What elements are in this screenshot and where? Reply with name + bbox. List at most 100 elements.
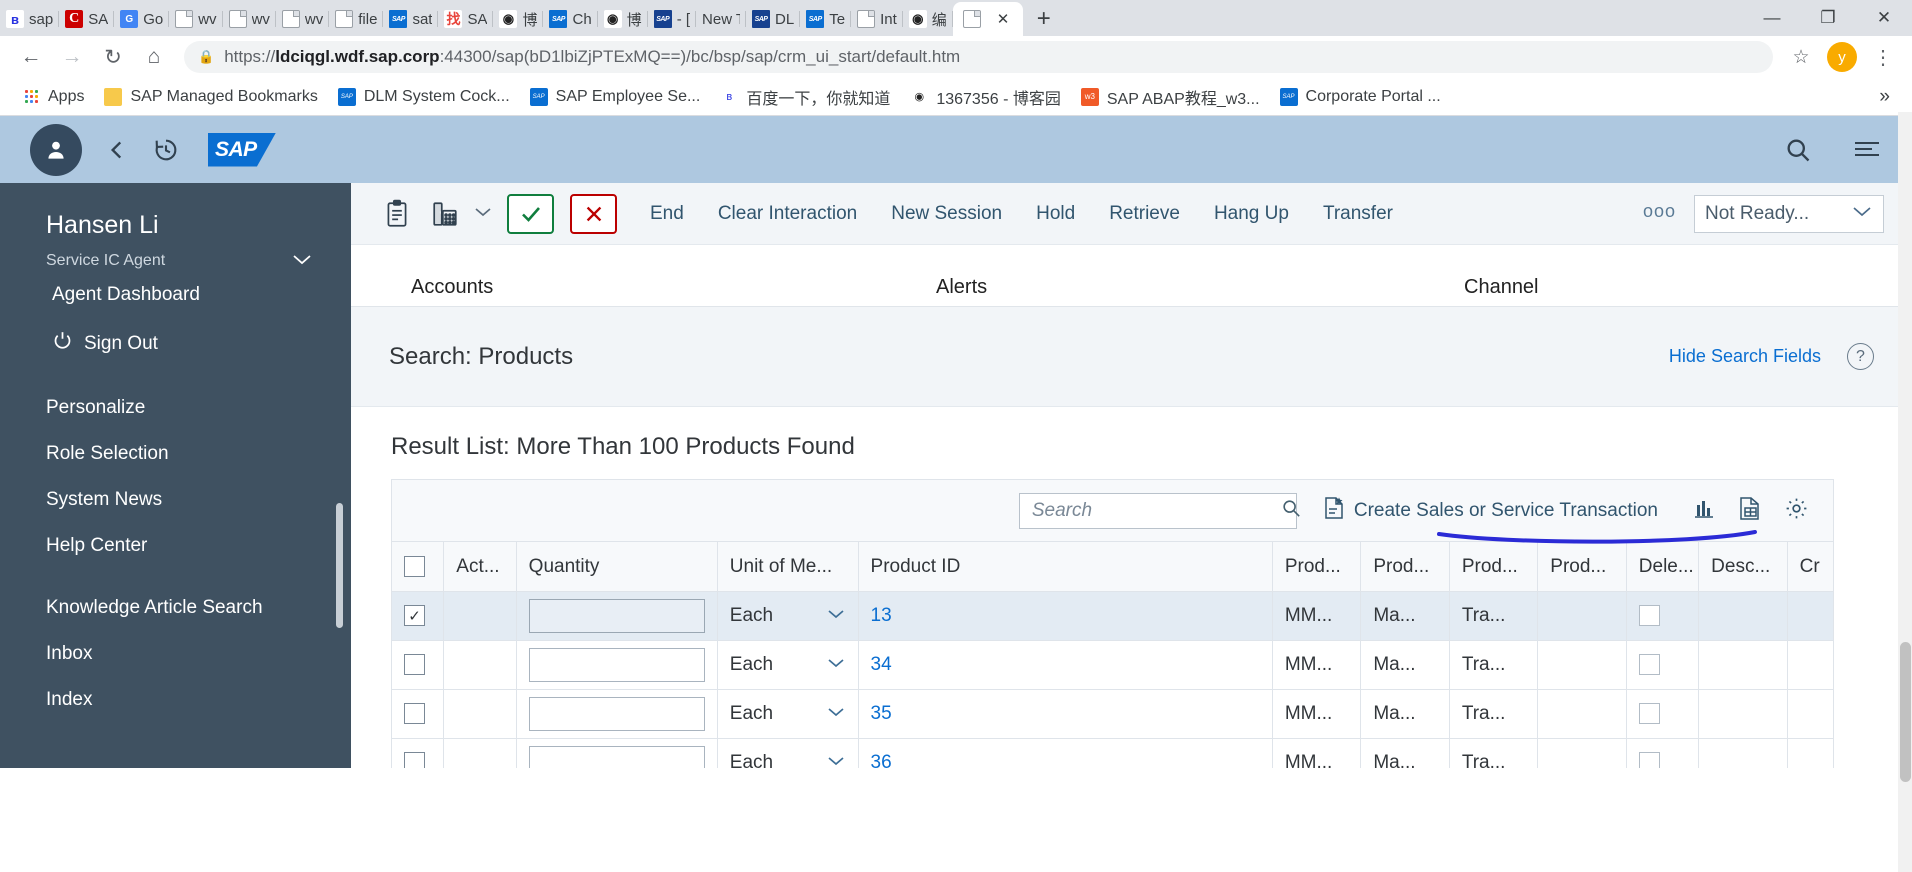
quantity-input[interactable] (528, 746, 705, 768)
reject-call-button[interactable] (570, 193, 617, 234)
create-transaction-button[interactable]: Create Sales or Service Transaction (1323, 496, 1658, 526)
chevron-down-icon[interactable] (826, 656, 846, 674)
quantity-input[interactable] (528, 697, 705, 731)
browser-tab[interactable]: SAP Ch (543, 2, 598, 36)
browser-tab[interactable]: SAP - [ (648, 2, 697, 36)
new-tab-button[interactable]: + (1027, 2, 1061, 36)
browser-tab[interactable]: wv (276, 2, 330, 36)
browser-tab[interactable]: SAP Te (800, 2, 851, 36)
delete-checkbox[interactable] (1638, 654, 1660, 676)
table-header-action[interactable]: Act... (443, 541, 517, 592)
table-cell-uom[interactable]: Each (716, 738, 859, 768)
table-row[interactable]: Each 35 MM... Ma... Tra... (390, 689, 1835, 739)
table-row[interactable]: Each 36 MM... Ma... Tra... (390, 738, 1835, 768)
forward-icon[interactable]: → (53, 38, 91, 76)
list-menu-icon[interactable] (1852, 137, 1882, 163)
browser-tab[interactable]: wv (169, 2, 223, 36)
toolbar-link-end[interactable]: End (633, 203, 701, 225)
delete-checkbox[interactable] (1638, 605, 1660, 627)
sidebar-item-inbox[interactable]: Inbox (0, 631, 351, 677)
table-header-product_id[interactable]: Product ID (857, 541, 1273, 592)
sidebar-item-index[interactable]: Index (0, 677, 351, 723)
sidebar-role-row[interactable]: Service IC Agent (0, 240, 351, 272)
sidebar-item-knowledge-article-search[interactable]: Knowledge Article Search (0, 585, 351, 631)
table-header-prod3[interactable]: Prod... (1448, 541, 1539, 592)
table-cell-check[interactable] (390, 738, 445, 768)
table-header-desc[interactable]: Desc... (1698, 541, 1788, 592)
row-select-checkbox[interactable] (404, 654, 425, 676)
bookmark-item[interactable]: ◉ 1367356 - 博客园 (900, 81, 1071, 113)
bookmark-star-icon[interactable]: ☆ (1784, 40, 1818, 74)
table-cell-delete[interactable] (1625, 689, 1700, 739)
chevron-down-icon[interactable] (469, 205, 507, 223)
toolbar-link-retrieve[interactable]: Retrieve (1092, 203, 1197, 225)
browser-tab[interactable]: file (329, 2, 384, 36)
browser-tab-active[interactable]: ✕ (952, 2, 1023, 36)
table-cell-delete[interactable] (1625, 738, 1700, 768)
bookmark-item[interactable]: в 百度一下，你就知道 (710, 81, 900, 113)
browser-tab[interactable]: wv (223, 2, 276, 36)
row-select-checkbox[interactable] (404, 703, 425, 725)
page-scrollbar-thumb[interactable] (1900, 642, 1911, 782)
address-bar[interactable]: 🔒 https://ldciqgl.wdf.sap.corp:44300/sap… (184, 41, 1773, 73)
gear-settings-icon[interactable] (1784, 496, 1809, 526)
export-spreadsheet-icon[interactable] (1738, 496, 1762, 526)
sidebar-item-personalize[interactable]: Personalize (0, 385, 351, 431)
search-icon[interactable] (1281, 498, 1301, 523)
row-select-checkbox[interactable]: ✓ (404, 605, 425, 627)
delete-checkbox[interactable] (1638, 752, 1660, 768)
table-header-check[interactable] (390, 541, 445, 592)
maximize-button[interactable]: ❐ (1800, 0, 1856, 36)
table-row[interactable]: Each 34 MM... Ma... Tra... (390, 640, 1835, 690)
delete-checkbox[interactable] (1638, 703, 1660, 725)
chevron-left-icon[interactable] (104, 137, 130, 163)
browser-tab[interactable]: C SA (59, 2, 115, 36)
table-cell-delete[interactable] (1625, 591, 1700, 641)
help-question-icon[interactable]: ? (1847, 343, 1874, 370)
chevron-down-icon[interactable] (826, 705, 846, 723)
browser-tab[interactable]: ◉ 博 (493, 2, 544, 36)
bookmark-item[interactable]: Apps (12, 84, 94, 110)
table-cell-quantity[interactable] (515, 738, 718, 768)
chevron-down-icon[interactable] (826, 607, 846, 625)
table-header-delete[interactable]: Dele... (1625, 541, 1700, 592)
minimize-button[interactable]: — (1744, 0, 1800, 36)
browser-tab[interactable]: 找 SA (438, 2, 494, 36)
toolbar-link-clear-interaction[interactable]: Clear Interaction (701, 203, 874, 225)
home-icon[interactable]: ⌂ (135, 38, 173, 76)
browser-tab[interactable]: New T (696, 2, 747, 36)
table-header-uom[interactable]: Unit of Me... (716, 541, 859, 592)
product-id-link[interactable]: 36 (871, 752, 892, 768)
table-row[interactable]: ✓ Each 13 MM... Ma... Tra... (390, 591, 1835, 641)
toolbar-link-hold[interactable]: Hold (1019, 203, 1092, 225)
chart-icon[interactable] (1692, 496, 1716, 525)
table-cell-quantity[interactable] (515, 591, 718, 641)
product-id-link[interactable]: 13 (871, 605, 892, 626)
chevron-down-icon[interactable] (826, 754, 846, 768)
kebab-menu-icon[interactable]: ⋮ (1866, 38, 1900, 76)
browser-tab[interactable]: ◉ 编 (903, 2, 953, 36)
work-center-tab-alerts[interactable]: Alerts (936, 276, 987, 299)
page-scrollbar[interactable] (1898, 112, 1912, 872)
toolbar-link-hang-up[interactable]: Hang Up (1197, 203, 1306, 225)
quantity-input[interactable] (528, 599, 705, 633)
telephone-icon[interactable] (421, 190, 469, 238)
sidebar-item-sign-out[interactable]: Sign Out (0, 318, 351, 369)
product-id-link[interactable]: 34 (871, 654, 892, 675)
work-center-tab-accounts[interactable]: Accounts (411, 276, 493, 299)
chevron-down-icon[interactable] (291, 250, 327, 272)
close-window-button[interactable]: ✕ (1856, 0, 1912, 36)
avatar[interactable]: y (1827, 42, 1857, 72)
table-cell-quantity[interactable] (515, 640, 718, 690)
browser-tab[interactable]: G Go (114, 2, 170, 36)
back-icon[interactable]: ← (12, 38, 50, 76)
table-cell-check[interactable] (390, 640, 445, 690)
bookmark-item[interactable]: SAP SAP Employee Se... (520, 84, 711, 110)
table-header-prod2[interactable]: Prod... (1360, 541, 1450, 592)
quantity-input[interactable] (528, 648, 705, 682)
browser-tab[interactable]: SAP sat (383, 2, 439, 36)
bookmarks-overflow-button[interactable]: » (1869, 86, 1900, 108)
bookmark-item[interactable]: SAP DLM System Cock... (328, 84, 520, 110)
select-all-checkbox[interactable] (404, 555, 425, 577)
sidebar-item-role-selection[interactable]: Role Selection (0, 431, 351, 477)
